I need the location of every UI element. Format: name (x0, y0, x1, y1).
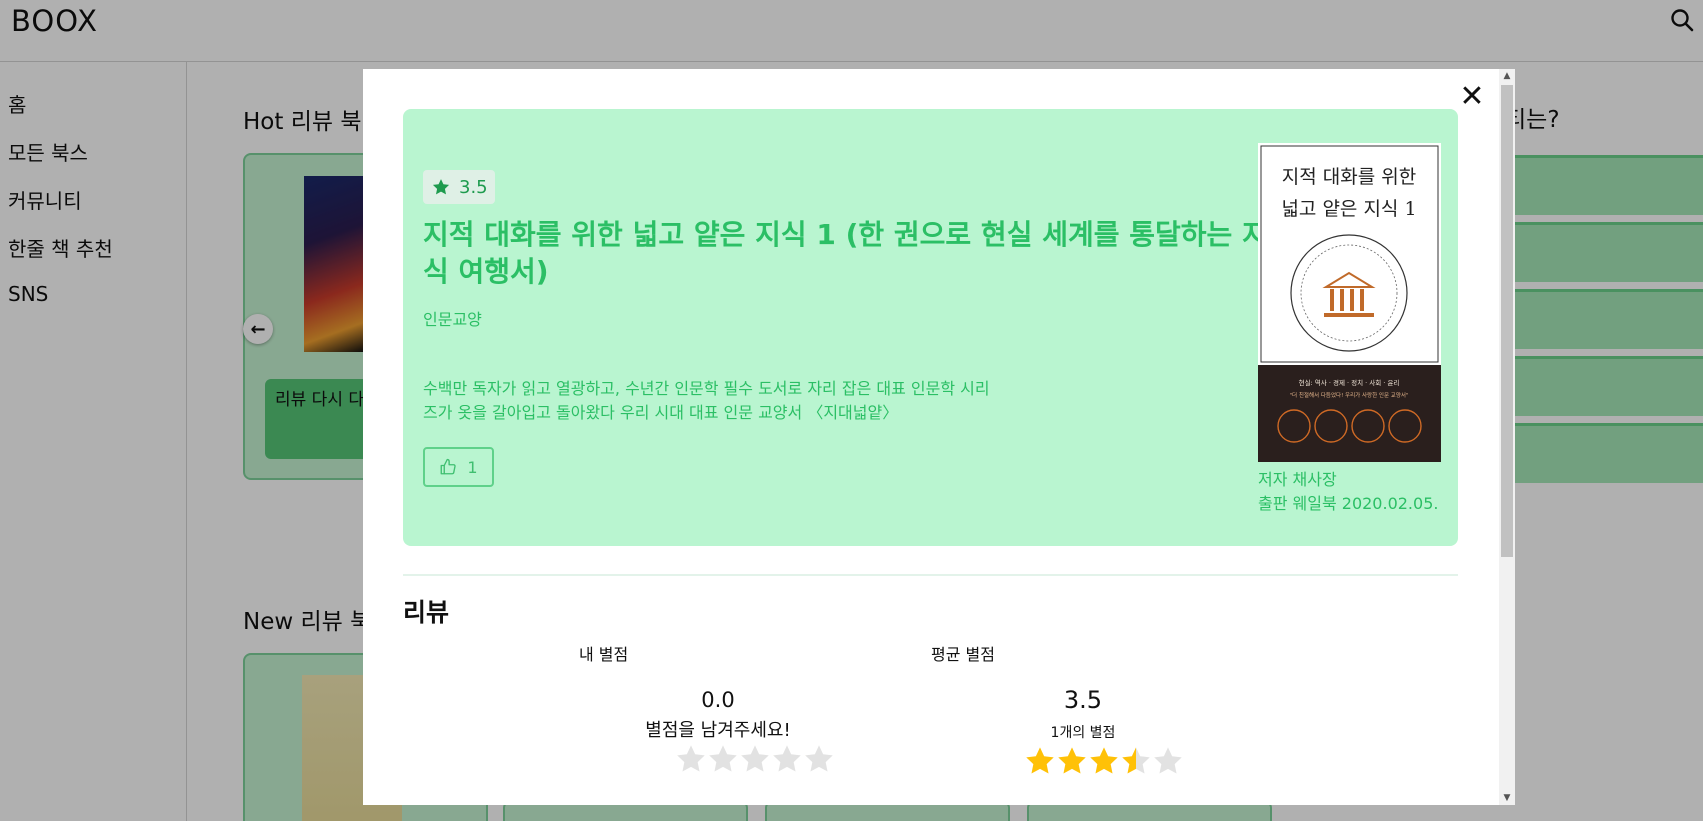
star-icon (432, 179, 450, 195)
book-author: 저자 채사장 (1258, 470, 1337, 489)
close-icon[interactable]: ✕ (1458, 82, 1486, 112)
cover-bottom-line1: 현실: 역사 · 경제 · 정치 · 사회 · 윤리 (1299, 378, 1400, 387)
star-icon (1090, 747, 1118, 774)
star-icon (1026, 747, 1054, 774)
my-rating-stars[interactable] (675, 743, 835, 775)
section-divider (403, 574, 1458, 576)
cover-title-line2: 넓고 얕은 지식 1 (1281, 198, 1416, 220)
my-rating-label: 내 별점 (579, 645, 629, 664)
like-count: 1 (467, 457, 478, 477)
scroll-up-arrow[interactable]: ▲ (1502, 71, 1512, 81)
star-icon[interactable] (803, 743, 835, 775)
book-meta: 저자 채사장 출판 웨일북 2020.02.05. (1258, 468, 1438, 516)
star-icon[interactable] (707, 743, 739, 775)
avg-rating-label: 평균 별점 (931, 645, 995, 664)
my-rating-value: 0.0 (701, 688, 735, 712)
book-description: 수백만 독자가 읽고 열광하고, 수년간 인문학 필수 도서로 자리 잡은 대표… (423, 379, 990, 422)
thumbs-up-icon (440, 458, 457, 475)
book-title: 지적 대화를 위한 넓고 얕은 지식 1 (한 권으로 현실 세계를 통달하는 … (423, 218, 1268, 288)
like-button[interactable]: 1 (423, 447, 494, 487)
star-icon[interactable] (739, 743, 771, 775)
book-category[interactable]: 인문교양 (423, 306, 482, 330)
cover-bottom-line2: "더 친절해서 다듬었다! 우리가 사랑한 인문 교양서" (1290, 391, 1409, 399)
book-cover-image: 지적 대화를 위한 넓고 얕은 지식 1 현실: 역사 · 경제 · 정치 · … (1258, 143, 1441, 462)
rating-value: 3.5 (459, 176, 488, 198)
avg-rating-value: 3.5 (1063, 686, 1103, 714)
book-detail-modal: ✕ 3.5 지적 대화를 위한 넓고 얕은 지식 1 (한 권으로 현실 세계를… (363, 69, 1515, 805)
my-rating-prompt: 별점을 남겨주세요! (645, 720, 791, 741)
star-icon (1154, 747, 1182, 774)
rating-badge: 3.5 (423, 170, 495, 204)
avg-rating-count: 1개의 별점 (1050, 725, 1116, 741)
review-section-title: 리뷰 (403, 598, 450, 627)
cover-title-line1: 지적 대화를 위한 (1282, 166, 1416, 188)
scrollbar-thumb[interactable] (1501, 85, 1513, 557)
star-icon (1122, 747, 1150, 774)
modal-scrollbar[interactable]: ▲ ▼ (1499, 69, 1515, 805)
book-publisher: 출판 웨일북 2020.02.05. (1258, 494, 1439, 513)
avg-rating-stars (1024, 745, 1184, 777)
star-icon[interactable] (675, 743, 707, 775)
star-icon (1058, 747, 1086, 774)
star-icon[interactable] (771, 743, 803, 775)
scroll-down-arrow[interactable]: ▼ (1502, 793, 1512, 803)
book-info-panel: 3.5 지적 대화를 위한 넓고 얕은 지식 1 (한 권으로 현실 세계를 통… (403, 109, 1458, 546)
